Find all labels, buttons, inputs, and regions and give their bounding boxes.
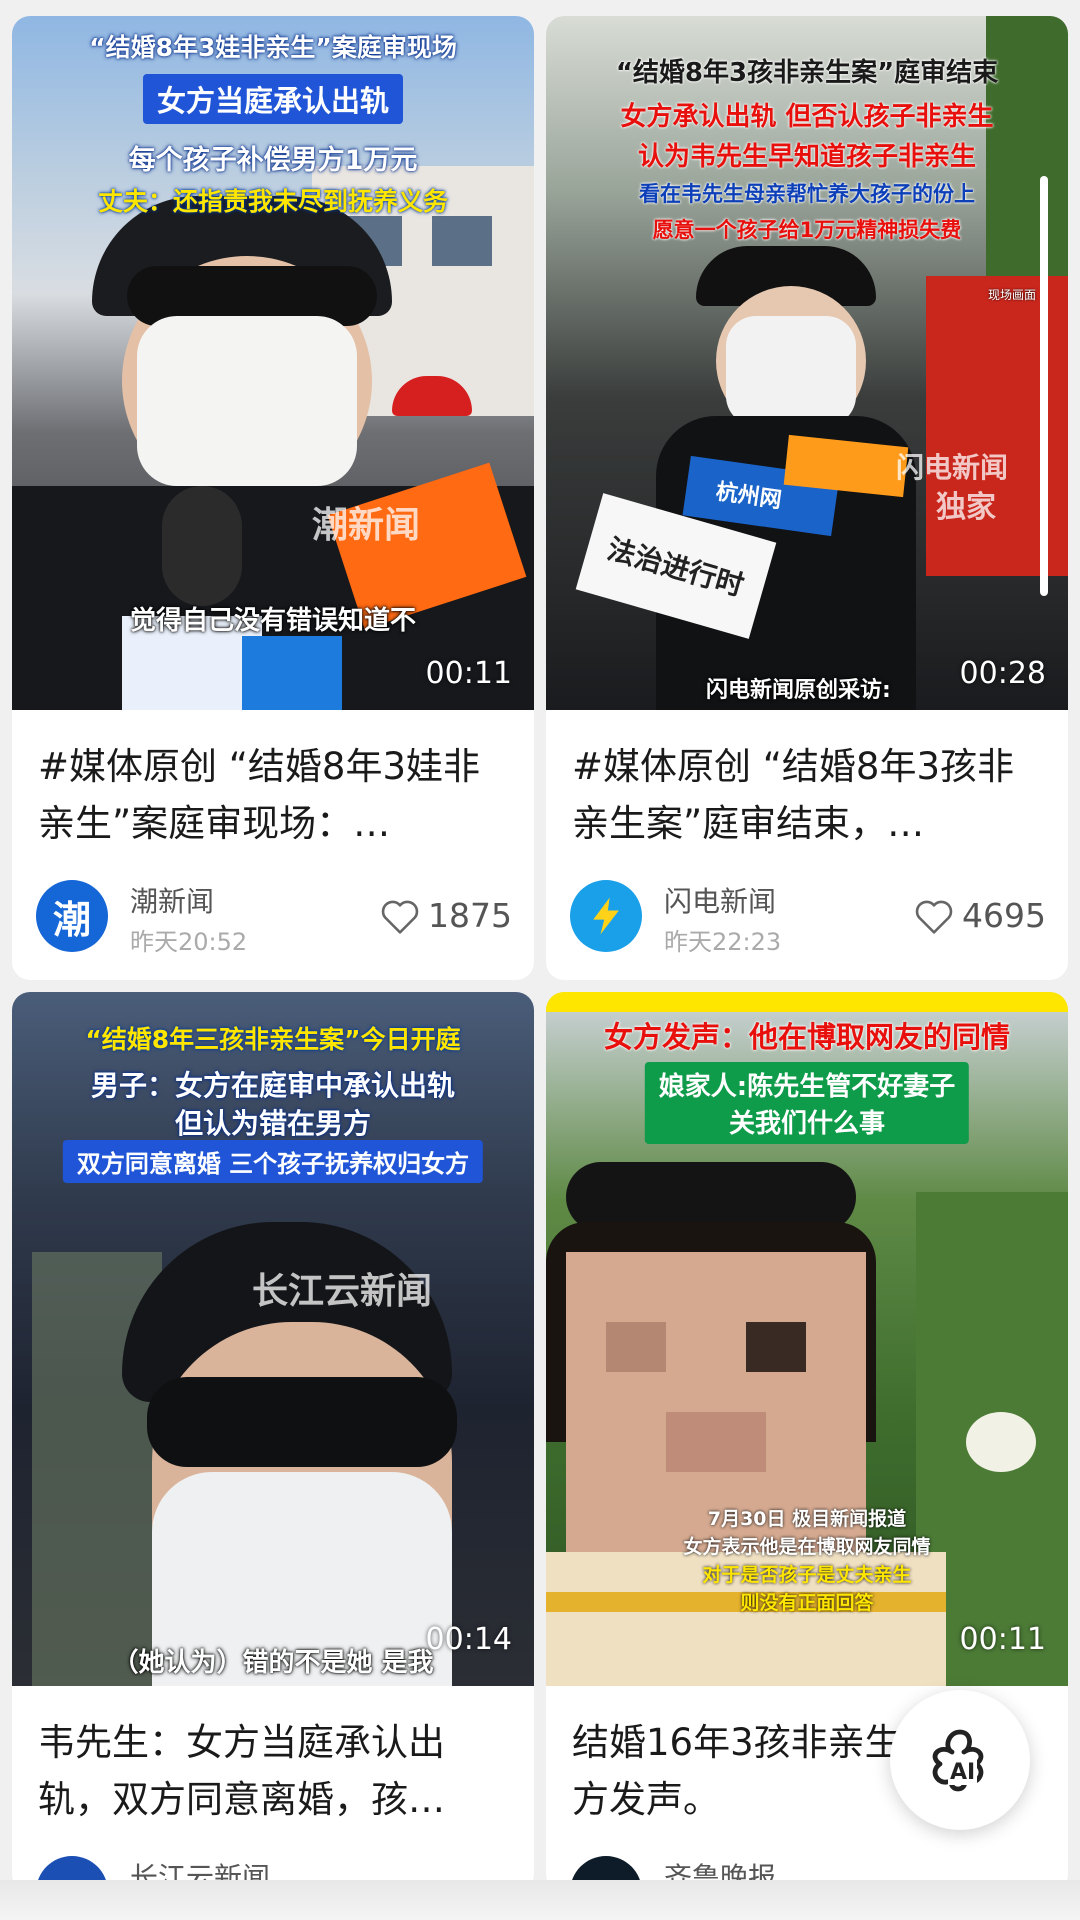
watermark: 潮新闻 [312, 505, 421, 546]
overlay-line-3: 关我们什么事 [728, 1109, 885, 1139]
overlay-line-4: 双方同意离婚 三个孩子抚养权归女方 [76, 1150, 470, 1178]
overlay-line-2: 男子：女方在庭审中承认出轨 [90, 1069, 455, 1102]
video-card-2[interactable]: “结婚8年3孩非亲生案”庭审结束 女方承认出轨 但否认孩子非亲生 认为韦先生早知… [546, 16, 1068, 980]
ai-flower-icon: AI [920, 1720, 1000, 1800]
source-name[interactable]: 潮新闻 [130, 880, 214, 920]
overlay-line-2: 娘家人:陈先生管不好妻子 [658, 1072, 956, 1102]
video-title[interactable]: 韦先生：女方当庭承认出轨，双方同意离婚，孩… [38, 1714, 512, 1828]
watermark-exclusive: 独家 [936, 490, 996, 525]
caption-line-4: 则没有正面回答 [740, 1592, 874, 1614]
like-button[interactable]: 4695 [914, 896, 1046, 935]
video-card-3[interactable]: “结婚8年三孩非亲生案”今日开庭 男子：女方在庭审中承认出轨 但认为错在男方 双… [12, 992, 534, 1892]
overlay-pill: 双方同意离婚 三个孩子抚养权归女方 [62, 1140, 484, 1183]
source-avatar[interactable]: 潮 [36, 880, 108, 952]
overlay-pill: 女方当庭承认出轨 [142, 74, 404, 124]
source-avatar[interactable] [570, 880, 642, 952]
overlay-line-1: “结婚8年三孩非亲生案”今日开庭 [85, 1025, 461, 1054]
video-duration: 00:28 [959, 656, 1046, 691]
overlay-line-3: 认为韦先生早知道孩子非亲生 [637, 142, 976, 172]
ai-button-label: AI [948, 1760, 978, 1785]
publish-time: 昨天20:52 [130, 928, 248, 956]
video-subtitle: 觉得自己没有错误知道不 [129, 606, 416, 636]
overlay-line-2: 女方承认出轨 但否认孩子非亲生 [620, 102, 994, 132]
video-thumbnail[interactable]: 女方发声：他在博取网友的同情 娘家人:陈先生管不好妻子 关我们什么事 7月30日… [546, 992, 1068, 1686]
overlay-line-1: 女方发声：他在博取网友的同情 [603, 1020, 1010, 1054]
overlay-line-3: 每个孩子补偿男方1万元 [128, 145, 418, 176]
overlay-line-2: 女方当庭承认出轨 [156, 84, 390, 118]
video-subtitle: 闪电新闻原创采访: [706, 678, 891, 703]
video-card-1[interactable]: “结婚8年3娃非亲生”案庭审现场 女方当庭承认出轨 每个孩子补偿男方1万元 丈夫… [12, 16, 534, 980]
overlay-line-3: 但认为错在男方 [174, 1107, 371, 1140]
like-count: 4695 [962, 896, 1046, 935]
source-name[interactable]: 闪电新闻 [664, 880, 776, 920]
video-title[interactable]: 结婚16年3孩非亲生方发声。 [572, 1714, 928, 1828]
scrollbar[interactable] [1040, 176, 1048, 596]
overlay-line-4: 看在韦先生母亲帮忙养大孩子的份上 [639, 182, 975, 206]
video-thumbnail[interactable]: “结婚8年3孩非亲生案”庭审结束 女方承认出轨 但否认孩子非亲生 认为韦先生早知… [546, 16, 1068, 710]
video-duration: 00:14 [425, 1622, 512, 1657]
lightning-icon [593, 897, 619, 935]
video-duration: 00:11 [425, 656, 512, 691]
overlay-line-1: “结婚8年3娃非亲生”案庭审现场 [89, 33, 457, 62]
heart-icon [381, 900, 419, 934]
overlay-line-1: “结婚8年3孩非亲生案”庭审结束 [615, 58, 999, 88]
overlay-line-5: 愿意一个孩子给1万元精神损失费 [652, 218, 962, 242]
video-meta: 闪电新闻 昨天22:23 4695 [570, 880, 1046, 956]
video-thumbnail[interactable]: “结婚8年3娃非亲生”案庭审现场 女方当庭承认出轨 每个孩子补偿男方1万元 丈夫… [12, 16, 534, 710]
watermark: 闪电新闻 [896, 451, 1009, 484]
video-title[interactable]: #媒体原创 “结婚8年3娃非亲生”案庭审现场：… [38, 738, 512, 852]
caption-line-1: 7月30日 极目新闻报道 [707, 1508, 907, 1530]
video-title[interactable]: #媒体原创 “结婚8年3孩非亲生案”庭审结束，… [572, 738, 1046, 852]
overlay-line-4: 丈夫：还指责我未尽到抚养义务 [97, 187, 448, 216]
overlay-pill: 娘家人:陈先生管不好妻子 关我们什么事 [644, 1062, 970, 1144]
caption-line-2: 女方表示他是在博取网友同情 [683, 1536, 931, 1558]
heart-icon [915, 900, 953, 934]
like-count: 1875 [428, 896, 512, 935]
video-meta: 潮 潮新闻 昨天20:52 1875 [36, 880, 512, 956]
watermark: 长江云新闻 [252, 1271, 433, 1312]
publish-time: 昨天22:23 [664, 928, 782, 956]
bottom-bar [0, 1880, 1080, 1920]
ai-assistant-button[interactable]: AI [890, 1690, 1030, 1830]
scene-tag: 现场画面 [987, 288, 1036, 302]
like-button[interactable]: 1875 [380, 896, 512, 935]
caption-line-3: 对于是否孩子是丈夫亲生 [702, 1564, 912, 1586]
video-duration: 00:11 [959, 1622, 1046, 1657]
video-thumbnail[interactable]: “结婚8年三孩非亲生案”今日开庭 男子：女方在庭审中承认出轨 但认为错在男方 双… [12, 992, 534, 1686]
video-feed: “结婚8年3娃非亲生”案庭审现场 女方当庭承认出轨 每个孩子补偿男方1万元 丈夫… [0, 0, 1080, 1920]
overlay-top-strip [546, 992, 1068, 1012]
